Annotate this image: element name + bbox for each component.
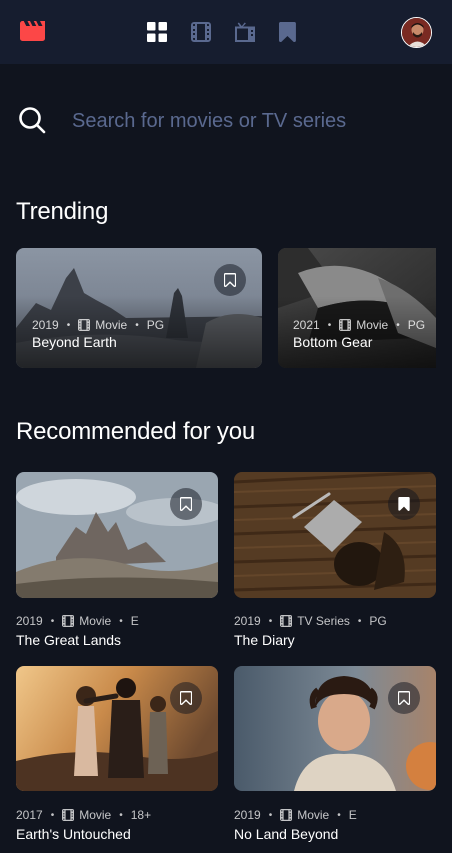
recommended-title[interactable]: No Land Beyond bbox=[234, 826, 338, 842]
bookmark-empty-icon bbox=[180, 691, 192, 705]
trending-card-beyond-earth[interactable]: 2019 • Movie • PG Beyond Earth bbox=[16, 248, 262, 368]
category-label: TV Series bbox=[297, 614, 350, 628]
recommended-thumbnail-the-diary[interactable] bbox=[234, 472, 436, 598]
trending-title: Bottom Gear bbox=[293, 334, 373, 350]
bookmark-empty-icon bbox=[180, 497, 192, 511]
recommended-meta: 2019 • Movie • E bbox=[16, 614, 139, 628]
film-clapper-icon[interactable] bbox=[20, 21, 45, 41]
trending-card-bottom-gear[interactable]: 2021 • Movie • PG Bottom Gear bbox=[278, 248, 436, 368]
rating-label: PG bbox=[146, 318, 165, 332]
film-category-icon bbox=[62, 615, 75, 627]
recommended-thumbnail-the-great-lands[interactable] bbox=[16, 472, 218, 598]
year-label: 2019 bbox=[16, 614, 43, 628]
user-avatar[interactable] bbox=[401, 17, 432, 48]
nav-home-grid-icon[interactable] bbox=[147, 21, 167, 43]
bookmark-button[interactable] bbox=[170, 488, 202, 520]
bookmark-button[interactable] bbox=[214, 264, 246, 296]
year-label: 2019 bbox=[32, 318, 59, 332]
bookmark-button[interactable] bbox=[170, 682, 202, 714]
recommended-title[interactable]: The Diary bbox=[234, 632, 295, 648]
film-category-icon bbox=[78, 319, 91, 331]
bookmark-filled-icon bbox=[398, 497, 410, 511]
film-category-icon bbox=[339, 319, 352, 331]
nav-movies-film-icon[interactable] bbox=[191, 21, 211, 43]
nav-bookmark-icon[interactable] bbox=[279, 21, 296, 43]
category-label: Movie bbox=[79, 614, 112, 628]
recommended-meta: 2019 • Movie • E bbox=[234, 808, 357, 822]
search-icon bbox=[19, 107, 46, 134]
rating-label: E bbox=[348, 808, 357, 822]
year-label: 2017 bbox=[16, 808, 43, 822]
rating-label: E bbox=[130, 614, 139, 628]
trending-title: Beyond Earth bbox=[32, 334, 117, 350]
recommended-meta: 2019 • TV Series • PG bbox=[234, 614, 387, 628]
trending-meta: 2019 • Movie • PG bbox=[32, 318, 165, 332]
recommended-title[interactable]: Earth's Untouched bbox=[16, 826, 131, 842]
trending-meta: 2021 • Movie • PG bbox=[293, 318, 426, 332]
bookmark-empty-icon bbox=[398, 691, 410, 705]
category-label: Movie bbox=[297, 808, 330, 822]
recommended-title[interactable]: The Great Lands bbox=[16, 632, 121, 648]
trending-heading: Trending bbox=[16, 198, 109, 225]
film-category-icon bbox=[280, 809, 293, 821]
recommended-meta: 2017 • Movie • 18+ bbox=[16, 808, 152, 822]
category-label: Movie bbox=[356, 318, 389, 332]
rating-label: 18+ bbox=[130, 808, 152, 822]
nav-tv-series-icon[interactable] bbox=[235, 21, 255, 43]
category-label: Movie bbox=[95, 318, 128, 332]
tv-category-icon bbox=[280, 615, 293, 627]
bookmark-empty-icon bbox=[224, 273, 236, 287]
top-navigation-bar bbox=[0, 0, 452, 64]
year-label: 2021 bbox=[293, 318, 320, 332]
category-label: Movie bbox=[79, 808, 112, 822]
trending-thumbnail-bottom-gear bbox=[278, 248, 436, 368]
year-label: 2019 bbox=[234, 808, 261, 822]
recommended-thumbnail-earths-untouched[interactable] bbox=[16, 666, 218, 791]
bookmark-button[interactable] bbox=[388, 488, 420, 520]
film-category-icon bbox=[62, 809, 75, 821]
year-label: 2019 bbox=[234, 614, 261, 628]
rating-label: PG bbox=[369, 614, 387, 628]
rating-label: PG bbox=[407, 318, 426, 332]
recommended-heading: Recommended for you bbox=[16, 418, 255, 445]
recommended-thumbnail-no-land-beyond[interactable] bbox=[234, 666, 436, 791]
bookmark-button[interactable] bbox=[388, 682, 420, 714]
search-input[interactable] bbox=[72, 104, 432, 138]
